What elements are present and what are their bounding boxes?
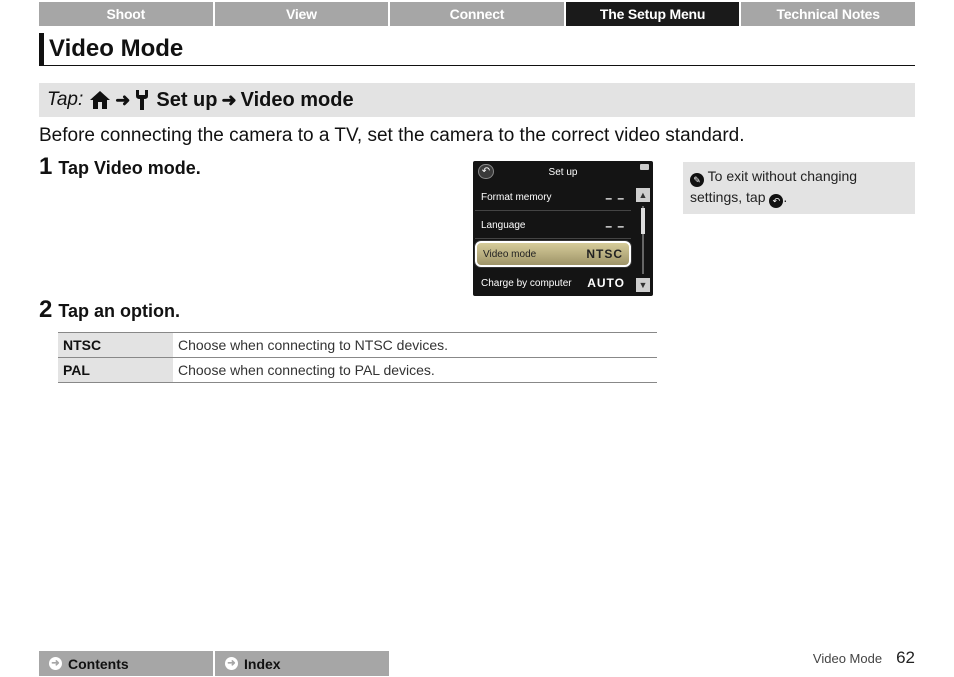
- screen-row-format-memory[interactable]: Format memory – –: [475, 185, 631, 211]
- index-label: Index: [244, 655, 281, 672]
- step-number: 1: [39, 153, 53, 180]
- option-desc: Choose when connecting to PAL devices.: [173, 357, 657, 383]
- note-box: ✎ To exit without changing settings, tap…: [683, 162, 915, 214]
- screen-row-language[interactable]: Language – –: [475, 213, 631, 239]
- top-nav: Shoot View Connect The Setup Menu Techni…: [39, 2, 915, 26]
- footer-nav: ➜ Contents ➜ Index: [39, 651, 389, 676]
- tap-setup: Set up: [156, 88, 218, 111]
- tab-technical-notes[interactable]: Technical Notes: [741, 2, 915, 26]
- back-icon[interactable]: ↶: [478, 164, 494, 179]
- scroll-down-icon[interactable]: ▼: [636, 278, 650, 292]
- index-button[interactable]: ➜ Index: [215, 651, 389, 676]
- page-number: 62: [896, 648, 915, 667]
- row-value: – –: [605, 190, 625, 205]
- screen-scrollbar[interactable]: ▲ ▼: [636, 188, 650, 292]
- option-key: PAL: [58, 357, 173, 383]
- row-label: Format memory: [481, 192, 552, 203]
- section-name: Video Mode: [812, 651, 883, 666]
- arrow-icon: ➜: [115, 89, 131, 110]
- contents-label: Contents: [68, 655, 129, 672]
- option-desc: Choose when connecting to NTSC devices.: [173, 332, 657, 358]
- scroll-thumb[interactable]: [641, 208, 645, 234]
- option-key: NTSC: [58, 332, 173, 358]
- arrow-circle-icon: ➜: [225, 657, 238, 670]
- row-value: – –: [605, 218, 625, 233]
- tab-shoot[interactable]: Shoot: [39, 2, 213, 26]
- step-2: 2 Tap an option.: [39, 296, 180, 324]
- intro-text: Before connecting the camera to a TV, se…: [39, 125, 745, 146]
- camera-screen: ↶ Set up Format memory – – Language – – …: [473, 161, 653, 296]
- step-1: 1 Tap Video mode .: [39, 153, 201, 181]
- page-footer: Video Mode 62: [813, 648, 915, 668]
- page-title: Video Mode: [39, 33, 915, 66]
- step-number: 2: [39, 296, 53, 323]
- screen-header: ↶ Set up: [473, 161, 653, 183]
- wrench-icon: [134, 89, 150, 111]
- options-table: NTSC Choose when connecting to NTSC devi…: [58, 332, 657, 383]
- tap-path: Tap: ➜ Set up ➜ Video mode: [39, 83, 915, 117]
- tab-view[interactable]: View: [214, 2, 389, 26]
- screen-row-video-mode[interactable]: Video mode NTSC: [475, 241, 631, 267]
- row-label: Language: [481, 220, 526, 231]
- row-value: NTSC: [586, 247, 623, 261]
- pencil-icon: ✎: [690, 173, 704, 187]
- row-label: Video mode: [483, 248, 537, 260]
- arrow-icon-2: ➜: [221, 89, 237, 110]
- row-value: AUTO: [587, 276, 625, 290]
- scroll-up-icon[interactable]: ▲: [636, 188, 650, 202]
- screen-row-charge-by-computer[interactable]: Charge by computer AUTO: [475, 270, 631, 296]
- step-suffix: .: [195, 158, 201, 178]
- tab-setup-menu[interactable]: The Setup Menu: [565, 2, 740, 26]
- tab-connect[interactable]: Connect: [390, 2, 564, 26]
- home-icon: [89, 90, 111, 110]
- step-bold: Video mode: [94, 158, 196, 178]
- step-prefix: Tap: [58, 158, 95, 178]
- table-row: NTSC Choose when connecting to NTSC devi…: [58, 332, 657, 358]
- arrow-circle-icon: ➜: [49, 657, 62, 670]
- battery-icon: [640, 164, 649, 170]
- step-text: Tap an option.: [58, 301, 181, 321]
- back-icon: ↶: [769, 194, 784, 208]
- table-row: PAL Choose when connecting to PAL device…: [58, 357, 657, 383]
- screen-title: Set up: [548, 166, 578, 178]
- contents-button[interactable]: ➜ Contents: [39, 651, 213, 676]
- row-label: Charge by computer: [481, 277, 572, 289]
- tap-item: Video mode: [240, 88, 354, 111]
- note-text-end: .: [783, 189, 788, 205]
- tap-label: Tap:: [47, 89, 84, 110]
